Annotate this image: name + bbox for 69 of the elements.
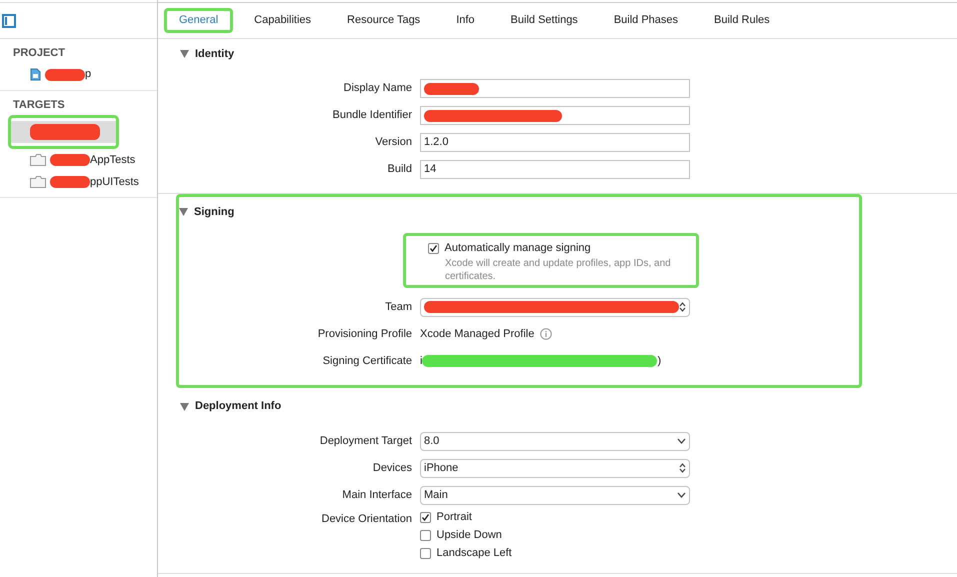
check-icon <box>429 244 438 253</box>
text-field[interactable] <box>420 106 690 125</box>
text-field[interactable]: 1.2.0 <box>420 133 690 152</box>
checkbox-label: Portrait <box>436 510 472 526</box>
field-value: ) <box>657 354 662 369</box>
field-value: 1.2.0 <box>424 135 448 150</box>
check-icon <box>421 513 430 522</box>
disclosure-icon[interactable] <box>179 208 188 216</box>
popup-button[interactable] <box>420 298 690 316</box>
disclosure-icon[interactable] <box>180 402 189 410</box>
disclosure-icon[interactable] <box>180 50 189 58</box>
tab[interactable]: Build Settings <box>496 8 593 33</box>
field-label: Device Orientation <box>320 512 413 526</box>
checkbox-label: Upside Down <box>436 528 502 544</box>
checkbox[interactable] <box>420 512 431 523</box>
checkbox-label: Landscape Left <box>436 546 512 562</box>
sidebar-item[interactable]: ppUITests <box>0 171 157 193</box>
chevron-down-icon <box>677 438 686 444</box>
field-label: Devices <box>372 460 413 476</box>
popup-button[interactable]: 8.0 <box>420 432 690 450</box>
item-label: AppTests <box>90 152 136 168</box>
tab[interactable]: Build Rules <box>699 8 785 33</box>
item-label: ppUITests <box>90 174 139 190</box>
tab[interactable]: Info <box>441 8 490 33</box>
field-value: i <box>420 354 422 369</box>
folder-icon <box>30 154 46 166</box>
chevron-down-icon <box>677 492 686 498</box>
field-label: Bundle Identifier <box>332 108 413 124</box>
field-label: Main Interface <box>341 488 413 503</box>
sidebar-item[interactable] <box>11 121 116 143</box>
field-value: iPhone <box>424 460 458 476</box>
group-title: TARGETS <box>12 98 66 112</box>
checkbox-label: Automatically manage signing <box>444 241 591 256</box>
popup-button[interactable]: iPhone <box>420 458 690 478</box>
section-title: Deployment Info <box>195 399 282 414</box>
field-label: Team <box>384 300 413 315</box>
field-label: Signing Certificate <box>322 354 413 369</box>
sidebar-item[interactable]: p <box>0 64 157 86</box>
checkbox[interactable] <box>420 530 431 541</box>
group-title: PROJECT <box>12 46 66 61</box>
text-field[interactable] <box>420 79 690 98</box>
field-label: Deployment Target <box>318 434 413 449</box>
tab[interactable]: Build Phases <box>598 8 694 33</box>
hint-text: Xcode will create and update profiles, app IDs, and certificates. <box>444 256 672 282</box>
item-label: p <box>85 67 92 82</box>
field-value: Xcode Managed Profile <box>420 326 534 342</box>
field-value: 14 <box>424 162 436 178</box>
field-value: 8.0 <box>424 434 440 449</box>
field-value: Main <box>424 488 448 503</box>
tab[interactable]: General <box>164 8 234 33</box>
sidebar-item[interactable]: AppTests <box>0 149 157 171</box>
section-title: Identity <box>195 46 234 62</box>
stepper-icon <box>679 463 686 473</box>
info-icon <box>540 328 552 340</box>
field-label: Build <box>386 162 413 178</box>
field-label: Provisioning Profile <box>316 326 413 342</box>
document-icon <box>30 68 41 81</box>
text-field[interactable]: 14 <box>420 160 690 179</box>
sidebar-toggle-icon[interactable] <box>2 14 16 28</box>
field-label: Display Name <box>342 81 413 96</box>
field-label: Version <box>374 135 413 150</box>
tab[interactable]: Resource Tags <box>332 8 436 33</box>
stepper-icon <box>679 302 686 312</box>
section-title: Signing <box>194 204 234 220</box>
tab[interactable]: Capabilities <box>239 8 326 33</box>
folder-icon <box>30 176 46 188</box>
checkbox[interactable] <box>428 242 439 254</box>
popup-button[interactable]: Main <box>420 486 690 504</box>
checkbox[interactable] <box>420 548 431 559</box>
